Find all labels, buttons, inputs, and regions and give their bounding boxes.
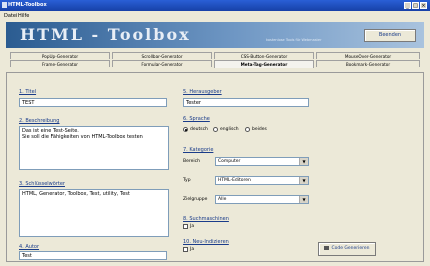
robots-checkbox[interactable]: Ja xyxy=(183,224,194,229)
language-label: 6. Sprache xyxy=(183,116,210,122)
audience-select[interactable]: Alle ▼ xyxy=(215,195,309,204)
author-label: 4. Autor xyxy=(19,244,40,250)
checkbox-icon xyxy=(183,247,188,252)
minimize-icon[interactable]: _ xyxy=(404,2,411,9)
tab-popup[interactable]: PopUp-Generator xyxy=(10,52,110,59)
window-title: HTML-Toolbox xyxy=(8,2,47,8)
type-select[interactable]: HTML-Editoren ▼ xyxy=(215,176,309,185)
chevron-down-icon: ▼ xyxy=(299,158,308,165)
tab-formular[interactable]: Formular-Generator xyxy=(112,60,212,67)
keywords-label: 3. Schlüsselwörter xyxy=(19,181,65,187)
author-field[interactable]: Test xyxy=(19,251,167,260)
radio-icon xyxy=(213,127,218,132)
chevron-down-icon: ▼ xyxy=(299,196,308,203)
title-label: 1. Titel xyxy=(19,89,37,95)
banner-logo: HTML - Toolbox xyxy=(20,25,191,44)
tab-bookmark[interactable]: Bookmark-Generator xyxy=(316,60,420,67)
tab-scrollbar[interactable]: Scrollbar-Generator xyxy=(112,52,212,59)
type-label: Typ xyxy=(183,178,191,183)
tab-mouseover[interactable]: MouseOver-Generator xyxy=(316,52,420,59)
language-radio-englisch[interactable]: englisch xyxy=(213,127,239,132)
editor-label: 5. Herausgeber xyxy=(183,89,222,95)
title-field[interactable]: TEST xyxy=(19,98,167,107)
code-icon xyxy=(324,245,330,250)
radio-selected-icon xyxy=(183,127,188,132)
audience-label: Zielgruppe xyxy=(183,197,208,202)
reindex-checkbox[interactable]: Ja xyxy=(183,247,194,252)
category-label: 7. Kategorie xyxy=(183,147,214,153)
menu-hilfe[interactable]: Hilfe xyxy=(18,13,29,19)
menu-bar: Datei Hilfe xyxy=(0,11,430,21)
tab-strip: PopUp-Generator Scrollbar-Generator CSS-… xyxy=(6,50,424,72)
tab-frame[interactable]: Frame-Generator xyxy=(10,60,110,67)
close-icon[interactable]: × xyxy=(420,2,427,9)
reindex-label: 10. Neu-Indizieren xyxy=(183,239,229,245)
menu-datei[interactable]: Datei xyxy=(4,13,17,19)
checkbox-icon xyxy=(183,224,188,229)
radio-icon xyxy=(245,127,250,132)
language-radio-beides[interactable]: beides xyxy=(245,127,267,132)
banner-tagline: kostenlose Tools für Webmaster xyxy=(266,38,322,42)
editor-field[interactable]: Tester xyxy=(183,98,309,107)
language-radio-deutsch[interactable]: deutsch xyxy=(183,127,208,132)
description-field[interactable]: Das ist eine Test-Seite. Sie soll die Fä… xyxy=(19,126,169,170)
exit-button[interactable]: Beenden xyxy=(364,29,416,42)
window-controls: _ □ × xyxy=(404,2,427,9)
tab-meta-tag[interactable]: Meta-Tag-Generator xyxy=(214,60,314,68)
app-icon xyxy=(2,2,7,8)
meta-tag-panel: 1. Titel TEST 2. Beschreibung Das ist ei… xyxy=(6,72,424,262)
banner: HTML - Toolbox kostenlose Tools für Webm… xyxy=(6,22,424,48)
maximize-icon[interactable]: □ xyxy=(412,2,419,9)
generate-code-button[interactable]: Code Generieren xyxy=(318,242,376,256)
area-label: Bereich xyxy=(183,159,200,164)
keywords-field[interactable]: HTML, Generator, Toolbox, Test, utility,… xyxy=(19,189,169,237)
tab-css-button[interactable]: CSS-Button-Generator xyxy=(214,52,314,59)
robots-label: 8. Suchmaschinen xyxy=(183,216,229,222)
area-select[interactable]: Computer ▼ xyxy=(215,157,309,166)
description-label: 2. Beschreibung xyxy=(19,118,60,124)
title-bar: HTML-Toolbox _ □ × xyxy=(0,0,430,11)
chevron-down-icon: ▼ xyxy=(299,177,308,184)
